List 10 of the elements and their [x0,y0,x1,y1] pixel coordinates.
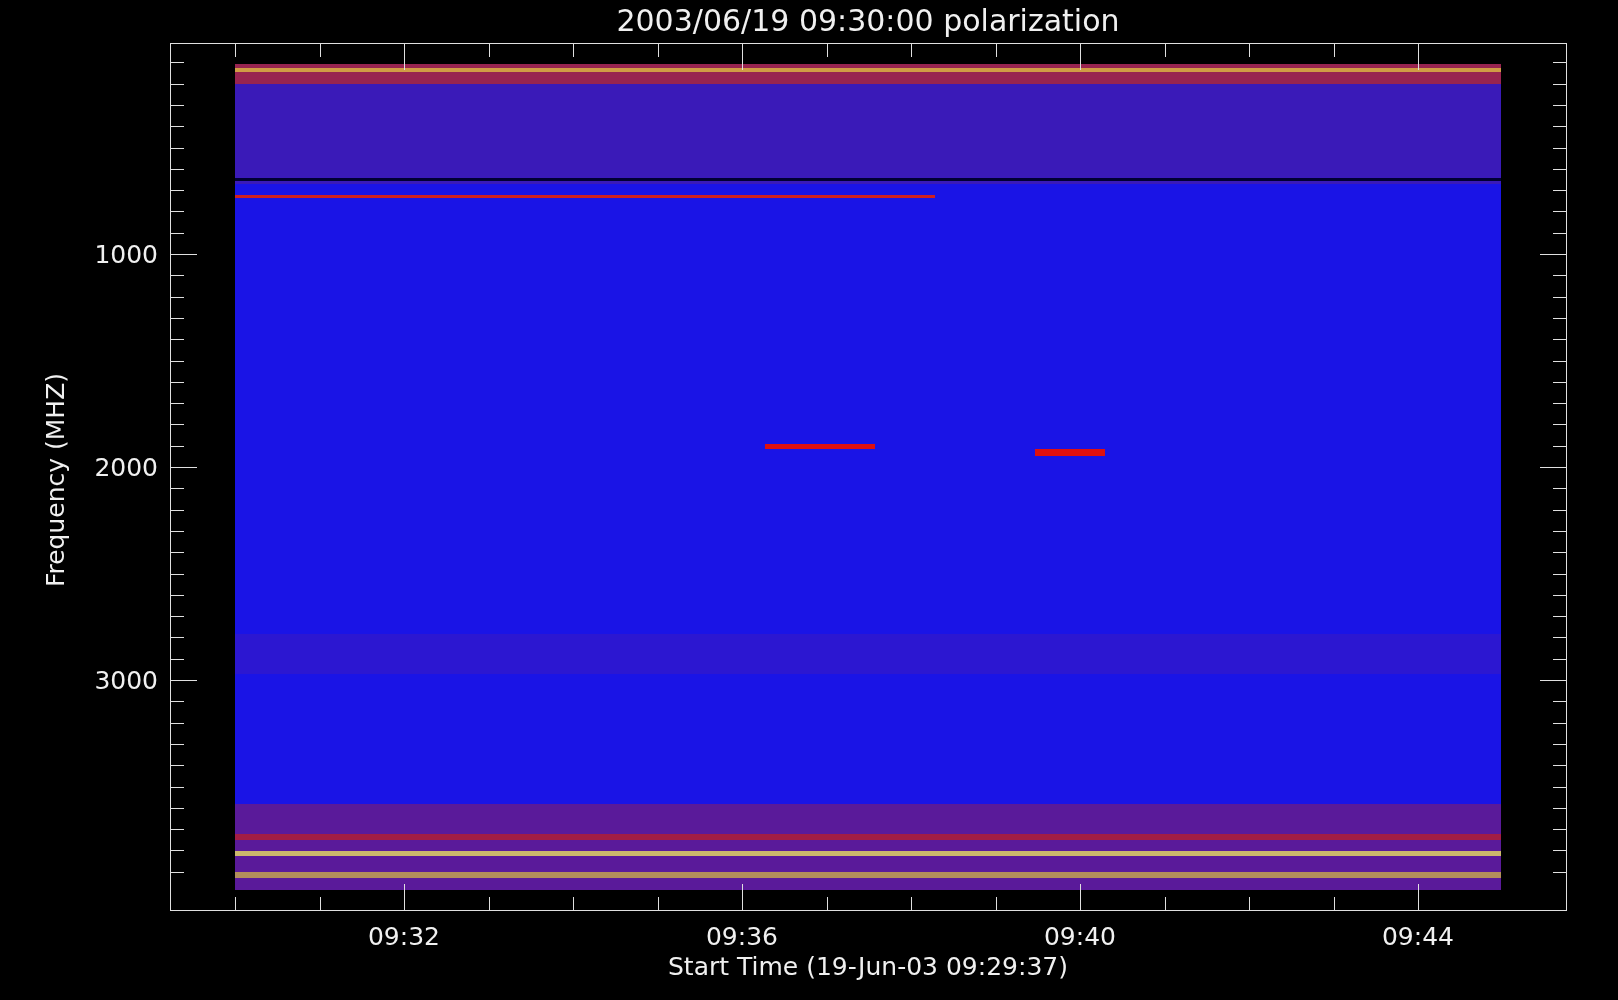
chart-title: 2003/06/19 09:30:00 polarization [616,3,1120,38]
tick-label: 09:44 [1382,922,1454,951]
axis-title: Start Time (19-Jun-03 09:29:37) [668,952,1068,981]
tick-label: 09:40 [1044,922,1116,951]
tick-label: 2000 [94,453,158,482]
tick-label: 3000 [94,666,158,695]
tick-label: 09:36 [706,922,778,951]
axis-title: Frequency (MHZ) [41,372,70,588]
tick-label: 09:32 [368,922,440,951]
tick-label: 1000 [94,240,158,269]
